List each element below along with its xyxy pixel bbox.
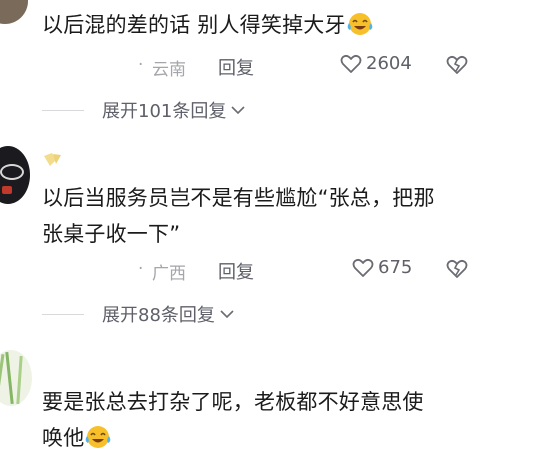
- avatar[interactable]: [0, 350, 32, 406]
- divider-line: [42, 109, 84, 111]
- like-button[interactable]: 2604: [340, 53, 412, 74]
- comment-text-line: 张桌子收一下”: [42, 222, 181, 246]
- comment-meta-row: · 广西 回复 675: [138, 257, 478, 285]
- comment-meta-row: · 云南 回复 2604: [138, 53, 478, 81]
- separator-dot: ·: [138, 259, 144, 279]
- like-button[interactable]: 675: [352, 257, 412, 278]
- comment-text-line: 以后当服务员岂不是有些尴尬“张总，把那: [42, 186, 435, 210]
- heart-outline-icon: [340, 54, 362, 73]
- badge-icon: [44, 153, 61, 166]
- dislike-button[interactable]: [446, 55, 468, 79]
- comment-text: 以后当服务员岂不是有些尴尬“张总，把那 张桌子收一下”: [42, 181, 522, 251]
- chevron-down-icon: [231, 106, 245, 115]
- comment-text-content: 以后混的差的话 别人得笑掉大牙: [42, 13, 346, 37]
- expand-replies-label: 展开101条回复: [102, 101, 227, 122]
- comment-text: 要是张总去打杂了呢，老板都不好意思使 唤他: [42, 385, 522, 455]
- comment-location: 广西: [152, 264, 186, 284]
- comment-text: 以后混的差的话 别人得笑掉大牙: [42, 8, 374, 42]
- comment-text-line-2: 唤他: [42, 421, 522, 455]
- divider-line: [42, 313, 84, 315]
- laughing-tears-emoji-icon: [86, 426, 111, 448]
- comment-text-line: 要是张总去打杂了呢，老板都不好意思使: [42, 390, 424, 414]
- laughing-tears-emoji-icon: [347, 13, 372, 35]
- chevron-down-icon: [220, 310, 234, 319]
- dislike-button[interactable]: [446, 259, 468, 283]
- expand-replies-button[interactable]: 展开88条回复: [42, 301, 235, 327]
- reply-button[interactable]: 回复: [218, 258, 254, 284]
- reply-button[interactable]: 回复: [218, 54, 254, 80]
- separator-dot: ·: [138, 55, 144, 75]
- comment-text-content: 唤他: [42, 426, 85, 450]
- comment-location: 云南: [152, 60, 186, 80]
- like-count: 675: [378, 257, 413, 278]
- broken-heart-icon: [446, 259, 468, 278]
- expand-replies-button[interactable]: 展开101条回复: [42, 97, 246, 123]
- expand-replies-label: 展开88条回复: [102, 305, 215, 326]
- avatar[interactable]: [0, 146, 30, 204]
- like-count: 2604: [366, 53, 412, 74]
- heart-outline-icon: [352, 258, 374, 277]
- broken-heart-icon: [446, 55, 468, 74]
- avatar[interactable]: [0, 0, 28, 24]
